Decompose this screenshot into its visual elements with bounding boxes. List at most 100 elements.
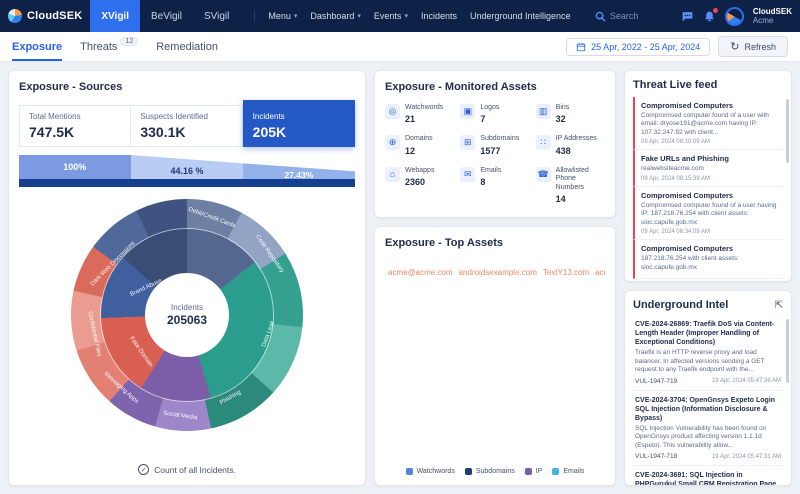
dashboard-content: Exposure - Sources Total Mentions 747.5K… bbox=[0, 62, 800, 494]
asset-label: IP Addresses bbox=[556, 135, 597, 143]
center-label: Incidents bbox=[171, 303, 203, 312]
funnel-percent: 27.43% bbox=[284, 170, 313, 180]
asset-text: Allowlisted Phone Numbers 14 bbox=[556, 167, 605, 204]
asset-tag[interactable]: androidsexample.com bbox=[459, 268, 537, 277]
events-dropdown[interactable]: Events▾ bbox=[374, 11, 408, 21]
intel-item[interactable]: CVE-2024-3691: SQL Injection in PHPGuruk… bbox=[633, 466, 783, 486]
feed-item-desc: Compromised computer found of a user wit… bbox=[641, 112, 777, 137]
right-column: Threat Live feed Compromised Computers C… bbox=[624, 70, 792, 486]
chat-button[interactable] bbox=[681, 10, 694, 23]
intel-item-time: 19 Apr, 2024 05:47:36 AM bbox=[712, 378, 781, 384]
monitored-asset[interactable]: ⊞ Subdomains 1577 bbox=[460, 135, 529, 155]
stat-label: Suspects Identified bbox=[140, 112, 232, 121]
incidents-sunburst-chart[interactable]: Dark Web Discussions Debit/Credit Cards … bbox=[71, 199, 303, 431]
stat-value: 205K bbox=[253, 124, 345, 140]
asset-label: Allowlisted Phone Numbers bbox=[556, 167, 605, 192]
threat-feed-item[interactable]: Fake URLs and Phishing realwebsiteacme.c… bbox=[633, 150, 783, 186]
asset-text: Emails 8 bbox=[480, 167, 501, 187]
asset-count: 7 bbox=[480, 114, 499, 124]
exposure-sources-card: Exposure - Sources Total Mentions 747.5K… bbox=[8, 70, 366, 486]
scrollbar[interactable] bbox=[786, 99, 789, 163]
monitored-asset[interactable]: ◎ Watchwords 21 bbox=[385, 104, 454, 124]
feed-item-time: 09 Apr, 2024 08:15:39 AM bbox=[641, 176, 777, 182]
subheader-actions: 25 Apr, 2022 - 25 Apr, 2024 ↻ Refresh bbox=[566, 32, 788, 61]
chevron-down-icon: ▾ bbox=[404, 12, 408, 20]
tab-bevigil[interactable]: BeVigil bbox=[140, 0, 193, 32]
menu-label: Underground Intelligence bbox=[470, 11, 571, 21]
monitored-asset[interactable]: ☎ Allowlisted Phone Numbers 14 bbox=[536, 167, 605, 204]
threat-feed-item[interactable]: Compromised Computers 187.218.76.254 wit… bbox=[633, 240, 783, 279]
open-external-icon[interactable]: ⇱ bbox=[775, 300, 783, 311]
date-range-button[interactable]: 25 Apr, 2022 - 25 Apr, 2024 bbox=[566, 38, 710, 56]
intel-item[interactable]: CVE-2024-3704: OpenGnsys Expeto Login SQ… bbox=[633, 391, 783, 467]
asset-text: Logos 7 bbox=[480, 104, 499, 124]
asset-label: Domains bbox=[405, 135, 433, 143]
feed-item-desc: realwebsiteacme.com bbox=[641, 165, 777, 173]
top-assets-wordcloud: acme@acme.com androidsexample.com TextY13.… bbox=[385, 259, 605, 462]
legend-item[interactable]: Subdomains bbox=[465, 468, 515, 475]
threat-feed-item[interactable]: Compromised Computers Compromised comput… bbox=[633, 187, 783, 240]
sources-footnote: ✓ Count of all Incidents. bbox=[19, 458, 355, 475]
intel-item-footer: VUL-1947-719 19 Apr, 2024 05:47:36 AM bbox=[635, 378, 781, 385]
threats-count-badge: 12 bbox=[120, 37, 138, 46]
dashboard-dropdown[interactable]: Dashboard▾ bbox=[310, 11, 361, 21]
underground-intel-title: Underground Intel bbox=[633, 299, 728, 311]
legend-item[interactable]: Watchwords bbox=[406, 468, 455, 475]
threat-feed-item[interactable]: Compromised Computers Compromised comput… bbox=[633, 97, 783, 150]
stat-value: 330.1K bbox=[140, 124, 232, 140]
monitored-asset[interactable]: ∷ IP Addresses 438 bbox=[536, 135, 605, 155]
asset-tag[interactable]: acme.com.br bbox=[595, 268, 605, 277]
monitored-asset[interactable]: ✉ Emails 8 bbox=[460, 167, 529, 204]
tab-xvigil[interactable]: XVigil bbox=[90, 0, 140, 32]
feed-item-title: Compromised Computers bbox=[641, 101, 777, 110]
funnel-percent: 100% bbox=[63, 162, 86, 172]
chat-icon bbox=[681, 10, 694, 23]
scrollbar[interactable] bbox=[786, 319, 789, 383]
asset-label: Logos bbox=[480, 104, 499, 112]
threat-feed-list: Compromised Computers Compromised comput… bbox=[633, 97, 783, 279]
nav-incidents[interactable]: Incidents bbox=[421, 11, 457, 21]
user-menu[interactable]: CloudSEK Acme bbox=[753, 7, 792, 25]
feed-item-desc: 187.218.76.254 with client assets: sioc.… bbox=[641, 255, 777, 272]
search-icon bbox=[595, 11, 606, 22]
search-input[interactable] bbox=[610, 11, 672, 21]
search-box[interactable] bbox=[595, 11, 672, 22]
intel-item[interactable]: CVE-2024-26869: Traefik DoS via Content-… bbox=[633, 315, 783, 391]
stat-incidents[interactable]: Incidents 205K bbox=[243, 100, 355, 147]
avatar[interactable] bbox=[725, 7, 744, 26]
asset-count: 2360 bbox=[405, 177, 434, 187]
top-assets-card: Exposure - Top Assets acme@acme.comandro… bbox=[374, 226, 616, 486]
stat-suspects-identified[interactable]: Suspects Identified 330.1K bbox=[131, 105, 242, 147]
legend-swatch bbox=[525, 468, 532, 475]
asset-tag[interactable]: TextY13.com bbox=[543, 268, 589, 277]
chevron-down-icon: ▾ bbox=[294, 12, 298, 20]
asset-label: Emails bbox=[480, 167, 501, 175]
asset-count: 1577 bbox=[480, 146, 519, 156]
menu-label: Dashboard bbox=[310, 11, 354, 21]
top-assets-legend: Watchwords Subdomains IP Emails bbox=[385, 462, 605, 475]
monitored-asset[interactable]: ▣ Logos 7 bbox=[460, 104, 529, 124]
tab-threats[interactable]: Threats12 bbox=[80, 32, 138, 61]
tab-svigil[interactable]: SVigil bbox=[193, 0, 240, 32]
legend-swatch bbox=[552, 468, 559, 475]
notifications-button[interactable] bbox=[703, 10, 716, 23]
monitored-asset[interactable]: ▥ Bins 32 bbox=[536, 104, 605, 124]
asset-text: Domains 12 bbox=[405, 135, 433, 155]
brand[interactable]: CloudSEK bbox=[8, 9, 82, 23]
legend-item[interactable]: IP bbox=[525, 468, 543, 475]
tab-exposure[interactable]: Exposure bbox=[12, 32, 62, 61]
legend-item[interactable]: Emails bbox=[552, 468, 584, 475]
stat-total-mentions[interactable]: Total Mentions 747.5K bbox=[19, 105, 131, 147]
menu-dropdown[interactable]: Menu▾ bbox=[268, 11, 297, 21]
refresh-button[interactable]: ↻ Refresh bbox=[718, 36, 788, 57]
nav-underground-intelligence[interactable]: Underground Intelligence bbox=[470, 11, 571, 21]
monitored-asset[interactable]: ⊕ Domains 12 bbox=[385, 135, 454, 155]
intel-item-title: CVE-2024-3704: OpenGnsys Expeto Login SQ… bbox=[635, 396, 781, 423]
user-name: Acme bbox=[753, 16, 792, 25]
monitored-asset[interactable]: ⌂ Webapps 2360 bbox=[385, 167, 454, 204]
footnote-text: Count of all Incidents. bbox=[154, 465, 236, 475]
underground-intel-list: CVE-2024-26869: Traefik DoS via Content-… bbox=[633, 315, 783, 486]
asset-tag[interactable]: acme@acme.com bbox=[388, 268, 453, 277]
tab-remediation[interactable]: Remediation bbox=[156, 32, 218, 61]
navbar-right: CloudSEK Acme bbox=[595, 7, 792, 26]
